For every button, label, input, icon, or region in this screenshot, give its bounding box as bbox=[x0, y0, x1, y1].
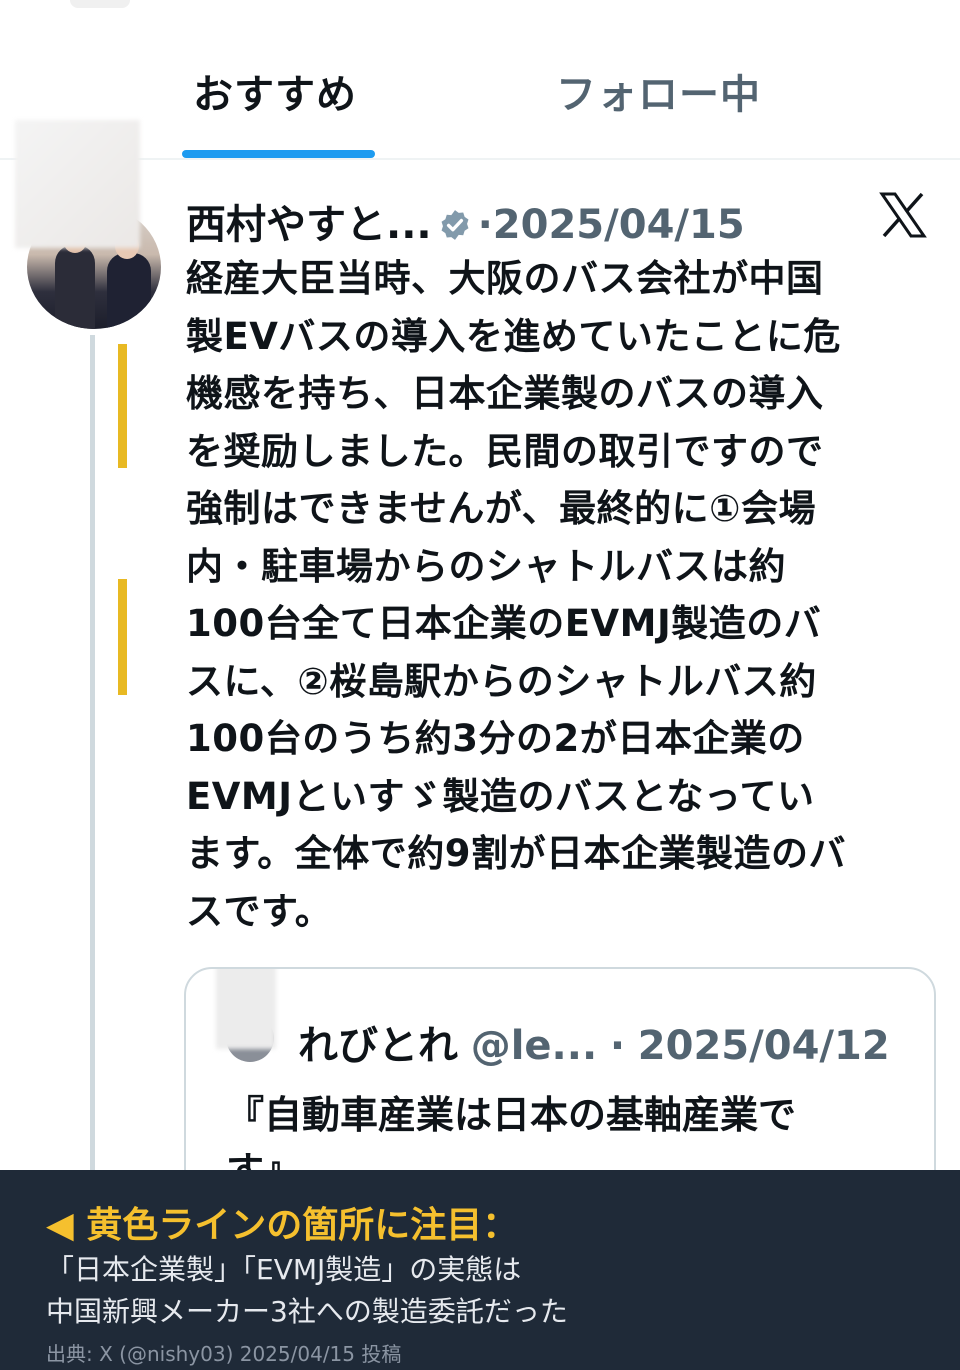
verified-badge-icon bbox=[438, 206, 472, 252]
banner-line: 「日本企業製」「EVMJ製造」の実態は bbox=[46, 1253, 522, 1286]
yellow-highlight-bar bbox=[118, 344, 127, 468]
tab-following[interactable]: フォロー中 bbox=[556, 62, 761, 120]
tweet-text: 経産大臣当時、大阪のバス会社が中国 製EVバスの導入を進めていたことに危 機感を… bbox=[186, 257, 847, 933]
top-edge bbox=[70, 0, 130, 8]
yellow-highlight-bar bbox=[118, 579, 127, 695]
tab-bar: おすすめ フォロー中 bbox=[0, 0, 960, 160]
quote-header: れびとれ @le... · 2025/04/12 bbox=[298, 1013, 890, 1071]
x-logo-icon[interactable] bbox=[878, 190, 928, 240]
author-name[interactable]: 西村やすと... bbox=[186, 202, 432, 248]
quote-handle: @le... bbox=[470, 1023, 598, 1069]
tweet-header: 西村やすと... ·2025/04/15 bbox=[186, 192, 745, 252]
tweet-date[interactable]: 2025/04/15 bbox=[493, 202, 745, 248]
meta-separator: · bbox=[477, 202, 493, 248]
banner-title: ◀ 黄色ラインの箇所に注目： bbox=[46, 1205, 519, 1246]
tab-recommended[interactable]: おすすめ bbox=[193, 62, 357, 120]
thread-line bbox=[90, 335, 95, 1175]
banner-line: 中国新興メーカー3社への製造委託だった bbox=[46, 1295, 568, 1328]
quote-date: 2025/04/12 bbox=[637, 1023, 890, 1069]
active-tab-indicator bbox=[182, 150, 375, 158]
blurred-overlay bbox=[15, 120, 140, 248]
banner-source: 出典: X (@nishy03) 2025/04/15 投稿 bbox=[46, 1342, 402, 1366]
quote-author-name: れびとれ bbox=[298, 1023, 458, 1069]
meta-separator: · bbox=[609, 1023, 626, 1069]
blurred-overlay bbox=[216, 969, 276, 1049]
